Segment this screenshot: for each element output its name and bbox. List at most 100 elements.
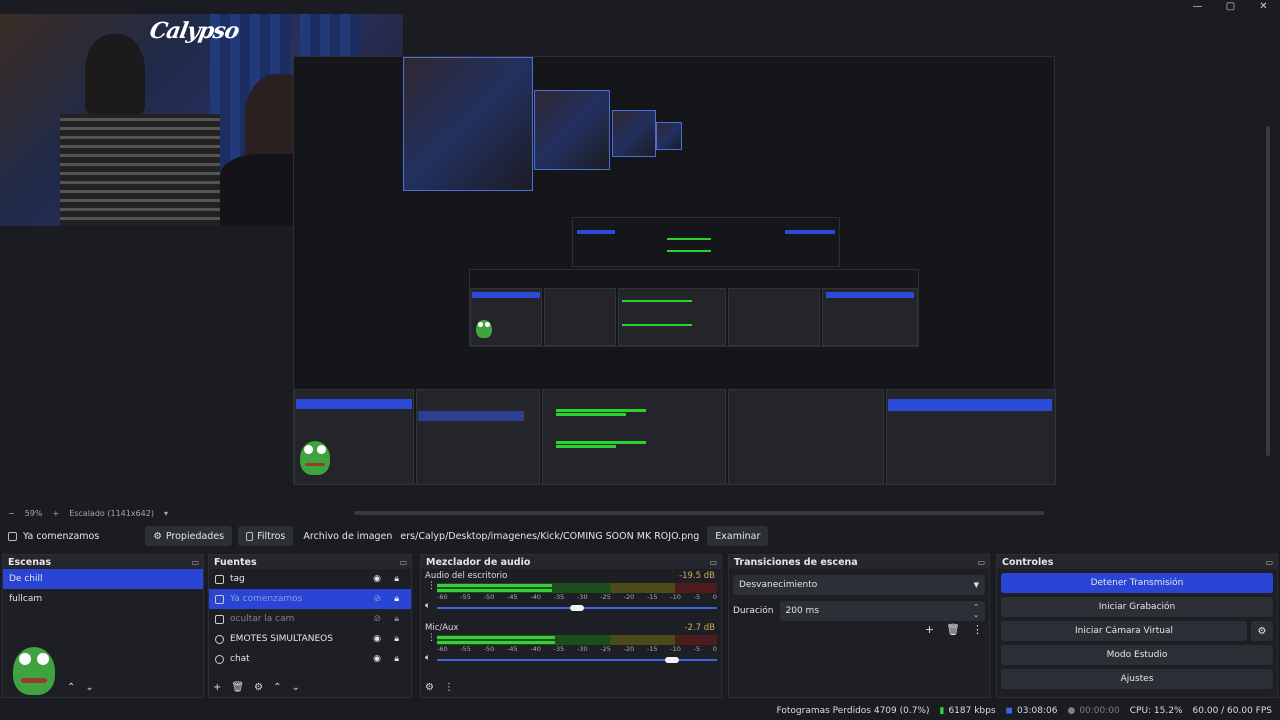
sources-dock: Fuentes ▭ tag ◉ 🔒︎ Ya comenzamos ⊘ 🔒︎ ocu… [208,554,412,698]
add-icon[interactable]: + [925,623,934,636]
hidden-icon[interactable]: ⊘ [373,594,381,604]
settings-button[interactable]: Ajustes [1001,669,1273,689]
scale-label: Escalado (1141x642) [69,508,154,518]
transitions-title-text: Transiciones de escena [734,556,858,568]
meter-tick-label: 0 [712,645,717,653]
add-icon[interactable]: + [213,682,221,693]
preview-canvas[interactable]: Calypso − 59% + Escalado (1141x642) ▾ [0,14,1280,518]
gear-icon[interactable]: ⚙ [1251,621,1273,641]
visibility-icon[interactable]: ◉ [373,574,381,584]
lock-icon[interactable]: 🔒︎ [394,634,399,644]
properties-button[interactable]: ⚙ Propiedades [145,526,233,546]
source-item[interactable]: tag ◉ 🔒︎ [209,569,411,589]
gear-icon: ⚙ [153,530,162,542]
move-down-icon[interactable]: ⌄ [291,682,299,693]
image-icon [215,574,224,584]
nested-cam [656,122,682,150]
meter-tick-label: -40 [530,593,541,601]
zoom-in-button[interactable]: + [52,509,59,518]
visibility-icon[interactable]: ◉ [373,634,381,644]
hidden-icon[interactable]: ⊘ [373,614,381,624]
source-item[interactable]: chat ◉ 🔒︎ [209,649,411,669]
zoom-level: 59% [24,508,43,518]
popout-icon[interactable]: ▭ [709,558,717,567]
move-down-icon[interactable]: ⌄ [85,682,93,693]
studio-mode-button[interactable]: Modo Estudio [1001,645,1273,665]
visibility-icon[interactable]: ◉ [373,654,381,664]
speaker-icon[interactable]: 🔈︎ [425,653,430,663]
maximize-button[interactable]: ▢ [1214,0,1247,14]
stop-stream-button[interactable]: Detener Transmisión [1001,573,1273,593]
transition-select[interactable]: Desvanecimiento ▼ [733,575,985,595]
chevron-down-icon: ▼ [973,581,979,589]
trash-icon[interactable]: 🗑︎ [231,682,244,693]
nested-transitions [728,389,884,485]
meter-tick-label: -30 [576,593,588,601]
meter-tick-label: -35 [553,645,565,653]
meter-tick-label: -20 [623,593,635,601]
popout-icon[interactable]: ▭ [399,558,407,567]
source-label: EMOTES SIMULTANEOS [230,634,333,644]
popout-icon[interactable]: ▭ [1265,558,1273,567]
source-item[interactable]: ocultar la cam ⊘ 🔒︎ [209,609,411,629]
volume-knob[interactable] [570,605,584,611]
trash-icon[interactable]: 🗑︎ [946,623,960,636]
source-label: ocultar la cam [230,614,295,624]
kebab-icon[interactable]: ⋮ [972,623,983,636]
sources-title-text: Fuentes [214,556,257,568]
advanced-audio-icon[interactable]: ⚙ [425,682,434,693]
meter-tick-label: -25 [600,593,611,601]
duration-row: Duración 200 ms ⌃ ⌄ [733,601,985,621]
close-button[interactable]: ✕ [1247,0,1280,14]
kebab-icon[interactable]: ⋮ [427,633,436,643]
meter-tick-label: -50 [483,593,495,601]
meter-tick-label: 0 [712,593,717,601]
preview-vscroll[interactable] [1266,126,1270,456]
person-head [85,34,145,114]
stream-time: 03:08:06 [1017,706,1058,716]
properties-bar: Ya comenzamos ⚙ Propiedades Filtros Arch… [0,524,1280,548]
kebab-icon[interactable]: ⋮ [444,682,454,693]
source-item[interactable]: EMOTES SIMULTANEOS ◉ 🔒︎ [209,629,411,649]
nested-cam [403,57,533,191]
source-label: tag [230,574,245,584]
scenes-dock: Escenas ▭ De chill fullcam ⌃ ⌄ [2,554,204,698]
spinner-icon[interactable]: ⌃ ⌄ [973,603,979,619]
filters-button[interactable]: Filtros [238,526,294,546]
lock-icon[interactable]: 🔒︎ [394,574,399,584]
mixer-title: Mezclador de audio ▭ [421,555,721,569]
popout-icon[interactable]: ▭ [191,558,199,567]
volume-knob[interactable] [665,657,679,663]
start-recording-button[interactable]: Iniciar Grabación [1001,597,1273,617]
scene-item-de-chill[interactable]: De chill [3,569,203,589]
popout-icon[interactable]: ▭ [977,558,985,567]
person-shirt [60,114,220,226]
lock-icon[interactable]: 🔒︎ [394,614,399,624]
duration-input[interactable]: 200 ms ⌃ ⌄ [779,601,985,621]
speaker-icon[interactable]: 🔈︎ [425,601,430,611]
move-up-icon[interactable]: ⌃ [67,682,75,693]
virtual-cam-button[interactable]: Iniciar Cámara Virtual [1001,621,1247,641]
move-up-icon[interactable]: ⌃ [273,682,281,693]
browse-button[interactable]: Examinar [707,526,769,546]
source-item[interactable]: Ya comenzamos ⊘ 🔒︎ [209,589,411,609]
controls-dock: Controles ▭ Detener Transmisión Iniciar G… [996,554,1278,698]
lock-icon[interactable]: 🔒︎ [394,594,399,604]
status-bar: Fotogramas Perdidos 4709 (0.7%) ▮ 6187 k… [0,702,1280,720]
meter-tick-label: -10 [670,645,681,653]
meter-fill [437,584,552,587]
lock-icon[interactable]: 🔒︎ [394,654,399,664]
minimize-button[interactable]: — [1181,0,1214,14]
meter-tick-label: -60 [437,645,448,653]
preview-stage: Calypso [0,14,1057,485]
nested-preview [293,56,1056,485]
scene-item-fullcam[interactable]: fullcam [3,589,203,609]
zoom-out-button[interactable]: − [8,509,15,518]
scale-dropdown-icon[interactable]: ▾ [164,509,168,518]
gear-icon[interactable]: ⚙ [254,682,263,693]
level-meter [437,583,717,593]
zoom-row: − 59% + Escalado (1141x642) ▾ [0,506,1280,520]
file-path-field[interactable]: ers/Calyp/Desktop/imagenes/Kick/COMING S… [400,531,699,542]
kebab-icon[interactable]: ⋮ [427,581,436,591]
preview-hscroll[interactable] [354,511,1044,515]
